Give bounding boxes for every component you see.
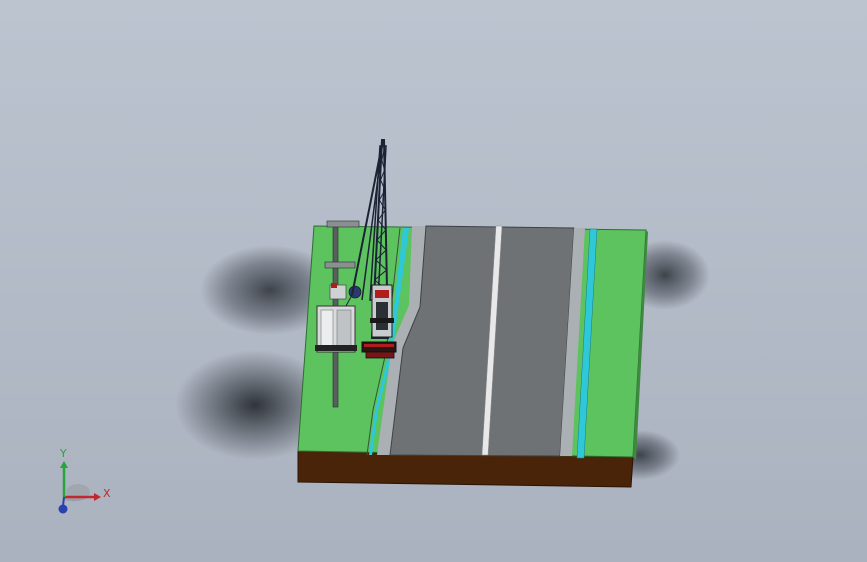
crawler-undercarriage <box>365 351 395 359</box>
equipment-cabin[interactable] <box>315 305 357 353</box>
y-axis-label: Y <box>60 447 67 460</box>
graphics-viewport[interactable]: X Y <box>0 0 867 562</box>
crane-engine-housing <box>376 302 388 330</box>
crawler-track-accent <box>364 344 394 347</box>
model-canvas[interactable] <box>0 0 867 562</box>
crane-cab-stripe <box>375 290 389 298</box>
x-axis-label: X <box>103 487 111 500</box>
crane-deck <box>370 318 394 323</box>
